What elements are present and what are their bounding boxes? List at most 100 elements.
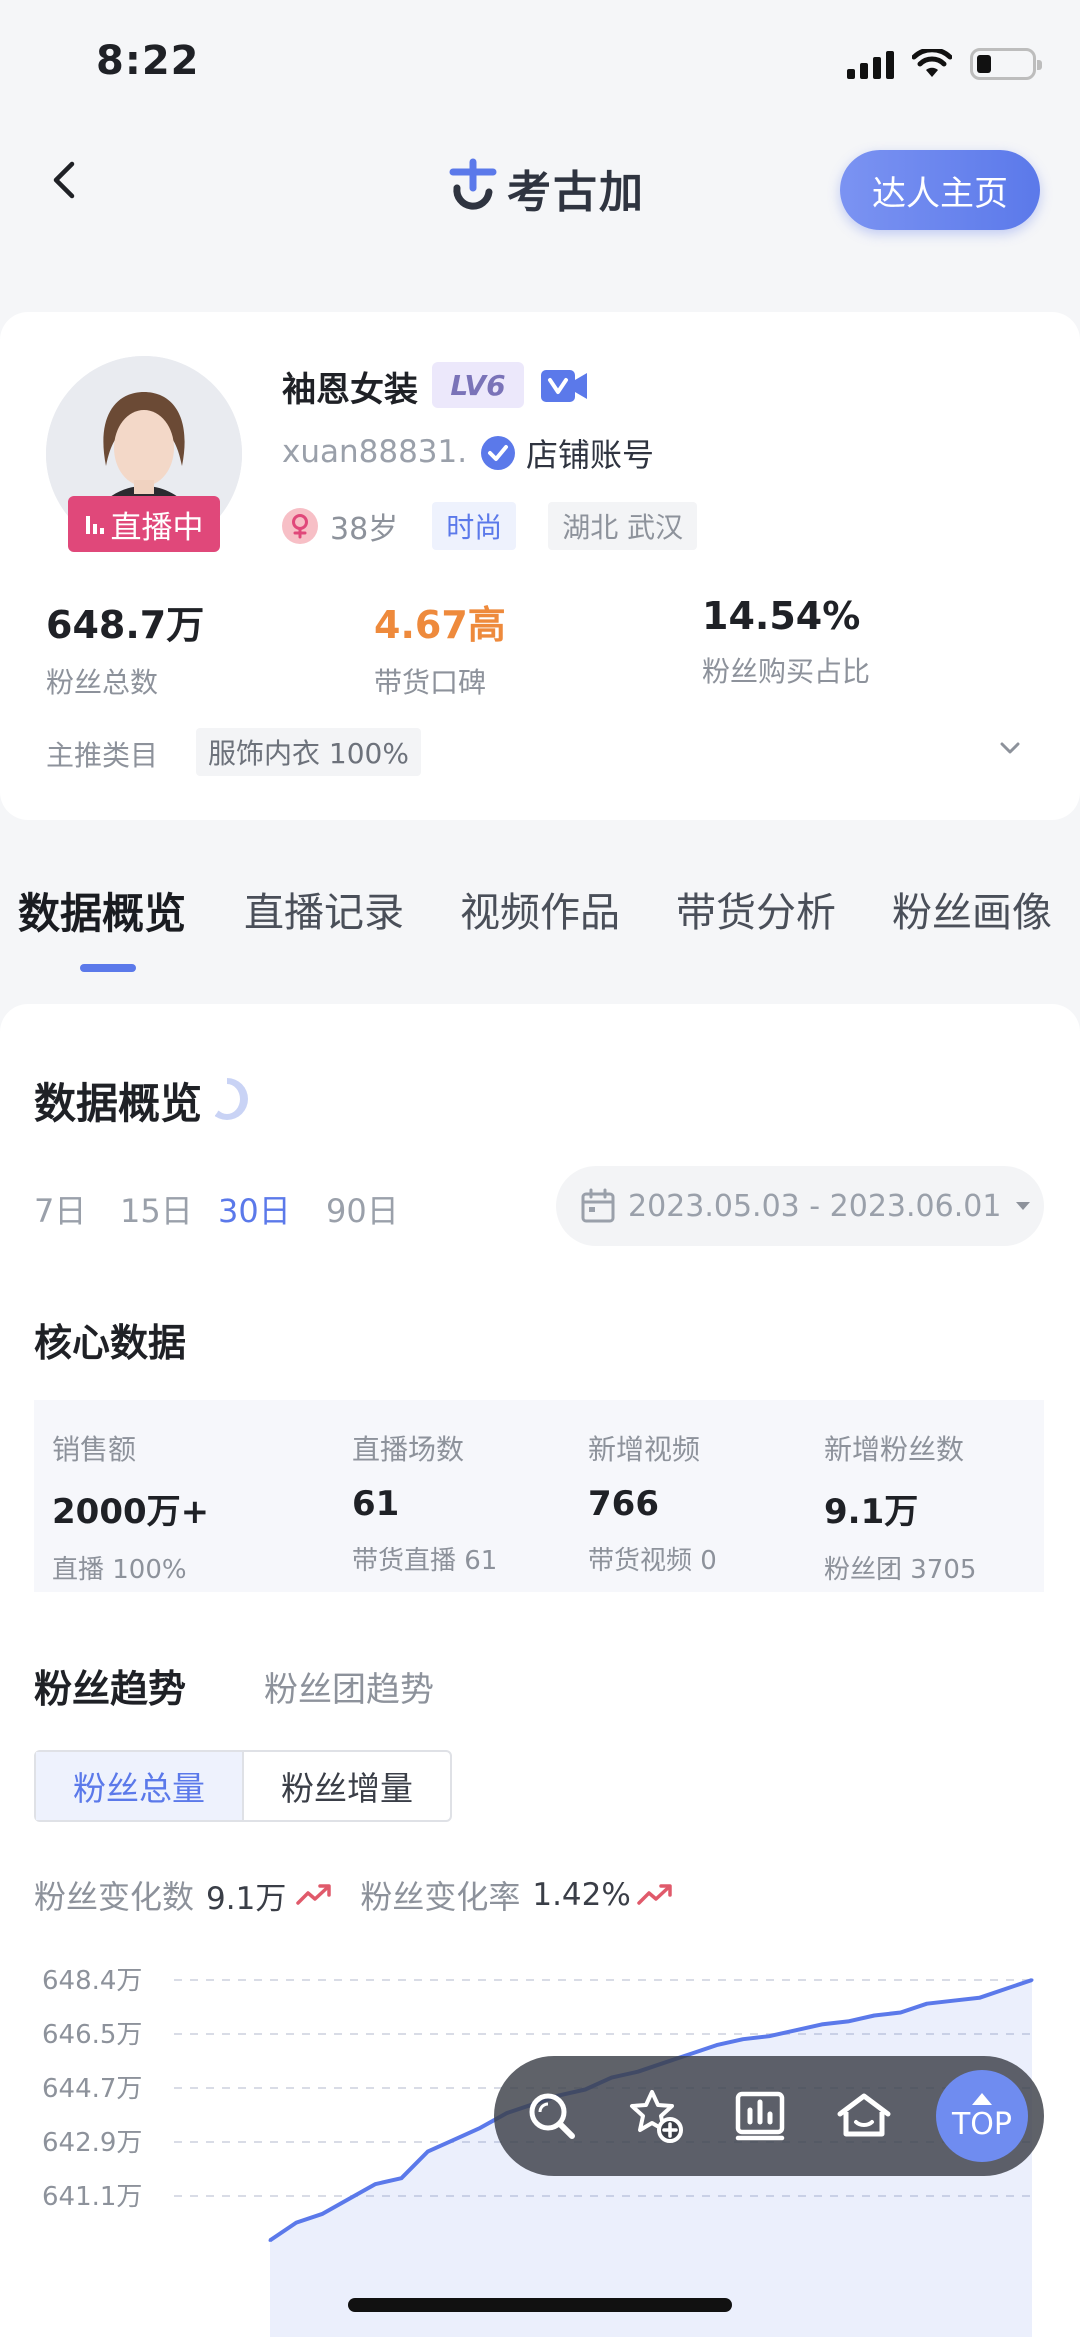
rate-label: 粉丝变化率 xyxy=(360,1878,521,1916)
home-indicator xyxy=(348,2298,732,2312)
live-bars-icon xyxy=(85,516,104,534)
data-point xyxy=(373,2182,377,2186)
level-badge: LV6 xyxy=(432,362,524,408)
top-label: TOP xyxy=(951,2106,1013,2142)
female-icon xyxy=(282,508,318,544)
core-sub: 直播 100% xyxy=(52,1555,187,1585)
tab-fan-profile[interactable]: 粉丝画像 xyxy=(892,880,1052,938)
category-tag: 时尚 xyxy=(432,502,517,550)
tab-fan-club-trend[interactable]: 粉丝团趋势 xyxy=(264,1662,434,1711)
section-tabs: 数据概览 直播记录 视频作品 带货分析 粉丝画像 xyxy=(0,880,1080,980)
core-data-title: 核心数据 xyxy=(34,1321,187,1365)
fans-metric-toggle: 粉丝总量 粉丝增量 xyxy=(34,1750,452,1822)
influencer-homepage-button[interactable]: 达人主页 xyxy=(840,150,1040,230)
core-label: 销售额 xyxy=(52,1433,137,1466)
age: 38岁 xyxy=(330,512,399,547)
profile-tags: 38岁 时尚 湖北 武汉 xyxy=(282,502,698,550)
chevron-down-icon[interactable] xyxy=(998,738,1022,758)
overview-title: 数据概览 xyxy=(34,1079,203,1128)
core-sub: 带货视频 0 xyxy=(588,1546,717,1576)
data-point xyxy=(268,2238,272,2242)
data-point xyxy=(794,2028,798,2032)
core-label: 新增粉丝数 xyxy=(824,1433,965,1466)
data-point xyxy=(1004,1987,1008,1991)
data-point xyxy=(767,2034,771,2038)
data-point xyxy=(899,2011,903,2015)
app-logo: 考古加 xyxy=(447,156,645,220)
data-point xyxy=(399,2176,403,2180)
data-point xyxy=(872,2014,876,2018)
home-icon[interactable] xyxy=(834,2086,894,2146)
core-label: 新增视频 xyxy=(588,1433,701,1466)
date-range-picker[interactable]: 2023.05.03 - 2023.06.01 xyxy=(556,1166,1044,1246)
stat-value: 14.54% xyxy=(702,594,861,638)
tab-video-works[interactable]: 视频作品 xyxy=(460,880,620,938)
calendar-icon xyxy=(581,1188,615,1223)
data-point xyxy=(452,2138,456,2142)
range-15d[interactable]: 15日 xyxy=(120,1186,193,1232)
tab-data-overview[interactable]: 数据概览 xyxy=(18,880,186,941)
core-item-sales: 销售额 2000万+ 直播 100% xyxy=(52,1428,209,1586)
stat-fans-purchase-ratio: 14.54% 粉丝购买占比 xyxy=(702,594,870,690)
core-label: 直播场数 xyxy=(352,1433,465,1466)
data-point xyxy=(925,2002,929,2006)
data-point xyxy=(846,2019,850,2023)
search-icon[interactable] xyxy=(522,2086,582,2146)
core-item-live-count: 直播场数 61 带货直播 61 xyxy=(352,1428,497,1577)
tab-live-records[interactable]: 直播记录 xyxy=(244,880,404,938)
tab-underline xyxy=(80,964,136,972)
core-value: 766 xyxy=(588,1484,659,1524)
data-point xyxy=(715,2043,719,2047)
core-value: 9.1万 xyxy=(824,1492,919,1532)
core-sub: 带货直播 61 xyxy=(352,1546,498,1576)
data-point xyxy=(478,2126,482,2130)
seg-fans-increment[interactable]: 粉丝增量 xyxy=(244,1752,450,1820)
data-point xyxy=(347,2197,351,2201)
core-value: 2000万+ xyxy=(52,1492,210,1532)
core-item-new-fans: 新增粉丝数 9.1万 粉丝团 3705 xyxy=(824,1428,976,1586)
tab-sales-analysis[interactable]: 带货分析 xyxy=(676,880,836,938)
influencer-name: 袖恩女装 xyxy=(282,370,418,410)
change-label: 粉丝变化数 xyxy=(34,1878,195,1916)
triangle-up-icon xyxy=(972,2092,992,2105)
stat-fans-total: 648.7万 粉丝总数 xyxy=(46,594,204,701)
chart-icon[interactable] xyxy=(730,2086,790,2146)
stat-value: 648.7万 xyxy=(46,603,205,647)
verified-shop: 店铺账号 xyxy=(480,430,654,476)
tab-fans-trend[interactable]: 粉丝趋势 xyxy=(34,1658,186,1713)
verified-icon xyxy=(481,436,515,470)
verified-label: 店铺账号 xyxy=(526,436,655,474)
live-badge[interactable]: 直播中 xyxy=(68,496,220,552)
battery-icon xyxy=(970,48,1042,80)
data-point xyxy=(741,2037,745,2041)
decorative-ring-icon xyxy=(206,1078,248,1120)
seg-fans-total[interactable]: 粉丝总量 xyxy=(36,1752,244,1820)
trend-up-icon xyxy=(637,1884,672,1905)
main-category-label: 主推类目 xyxy=(46,739,159,772)
fans-change-row: 粉丝变化数 9.1万 粉丝变化率 1.42% xyxy=(34,1872,675,1918)
stat-label: 粉丝购买占比 xyxy=(702,655,871,688)
data-point xyxy=(820,2022,824,2026)
status-time: 8:22 xyxy=(96,38,200,84)
data-point xyxy=(426,2150,430,2154)
back-icon[interactable] xyxy=(44,160,84,200)
stat-reputation: 4.67高 带货口碑 xyxy=(374,594,506,701)
y-tick-label: 641.1万 xyxy=(42,2182,142,2212)
favorite-add-icon[interactable] xyxy=(626,2086,686,2146)
user-id: xuan88831. xyxy=(282,434,468,470)
status-icons xyxy=(847,48,1042,80)
back-to-top-button[interactable]: TOP xyxy=(936,2070,1028,2162)
data-point xyxy=(1030,1978,1034,1982)
signal-icon xyxy=(847,49,894,79)
range-30d[interactable]: 30日 xyxy=(218,1186,291,1232)
data-point xyxy=(294,2221,298,2225)
data-point xyxy=(951,1999,955,2003)
range-7d[interactable]: 7日 xyxy=(34,1186,86,1232)
stat-value: 4.67高 xyxy=(374,603,506,647)
range-90d[interactable]: 90日 xyxy=(326,1186,399,1232)
core-sub: 粉丝团 3705 xyxy=(824,1555,977,1585)
trend-up-icon xyxy=(296,1884,332,1905)
core-value: 61 xyxy=(352,1484,400,1524)
main-category-tag: 服饰内衣 100% xyxy=(196,728,421,776)
change-value: 9.1万 xyxy=(206,1880,287,1917)
